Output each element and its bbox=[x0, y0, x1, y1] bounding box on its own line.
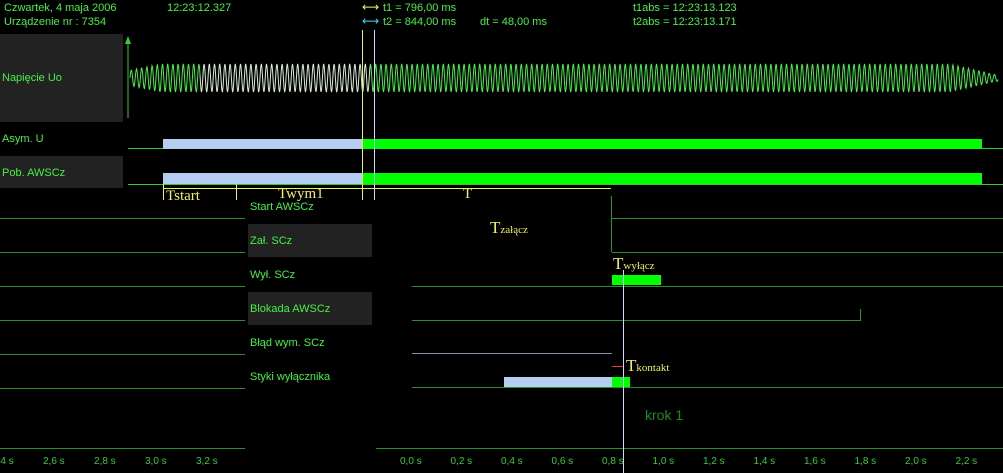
tzalacz-main: T bbox=[490, 218, 501, 237]
cursor-line-1[interactable] bbox=[362, 30, 363, 200]
grid-right-6 bbox=[412, 387, 1003, 388]
bracket-tick-2 bbox=[236, 184, 237, 200]
pob-bar-post bbox=[362, 173, 982, 184]
bracket-tick-1 bbox=[163, 184, 164, 200]
axis-left-tick: 2,6 s bbox=[43, 456, 65, 467]
tzalacz-label: Tzałącz bbox=[490, 218, 528, 238]
axis-right-tick: 2,0 s bbox=[905, 456, 927, 467]
tzalacz-sub: załącz bbox=[500, 224, 528, 236]
axis-left-tick: 3,2 s bbox=[196, 456, 218, 467]
channel-label-styki[interactable]: Styki wyłącznika bbox=[250, 371, 330, 383]
asym-bar-post bbox=[362, 139, 982, 149]
channel-label-blad[interactable]: Błąd wym. SCz bbox=[250, 337, 325, 349]
grid-left-4 bbox=[0, 320, 245, 321]
tkontakt-main: T bbox=[626, 356, 637, 375]
twylacz-main: T bbox=[613, 254, 624, 273]
channel-label-blokada: Blokada AWSCz bbox=[250, 303, 331, 315]
asym-bar-pre bbox=[163, 139, 362, 149]
grid-left-1 bbox=[0, 218, 245, 219]
axis-right-tick: 0,0 s bbox=[400, 456, 422, 467]
grid-right-1 bbox=[612, 218, 1003, 219]
pob-bar-pre bbox=[163, 173, 362, 184]
twylacz-sub: wyłącz bbox=[623, 260, 655, 272]
tkontakt-sub: kontakt bbox=[636, 362, 670, 374]
grid-left-2 bbox=[0, 252, 245, 253]
grid-right-3 bbox=[412, 286, 1003, 287]
axis-right-tick: 2,2 s bbox=[955, 456, 978, 467]
axis-right-tick: 1,0 s bbox=[652, 456, 675, 467]
waveform-trace-pre bbox=[199, 63, 371, 93]
axis-right-tick: 0,8 s bbox=[602, 456, 624, 467]
styki-bar-pre bbox=[504, 377, 612, 387]
krok-label: krok 1 bbox=[645, 407, 684, 423]
channel-label-start[interactable]: Start AWSCz bbox=[250, 201, 314, 213]
grid-right-5 bbox=[412, 353, 612, 354]
tkontakt-label: Tkontakt bbox=[626, 356, 669, 376]
axis-right-tick: 1,2 s bbox=[703, 456, 725, 467]
axis-left-tick: 2,8 s bbox=[94, 456, 116, 467]
axis-left-tick: 2,4 s bbox=[0, 456, 14, 467]
twylacz-label: Twyłącz bbox=[613, 254, 655, 274]
grid-right-7 bbox=[376, 448, 1003, 449]
axis-right-tick: 1,8 s bbox=[854, 456, 877, 467]
axis-right-tick: 1,6 s bbox=[804, 456, 826, 467]
channel-label-zal: Zał. SCz bbox=[250, 235, 293, 247]
grid-left-6 bbox=[0, 388, 245, 389]
grid-right-2 bbox=[612, 252, 1003, 253]
channel-label-wyl[interactable]: Wył. SCz bbox=[250, 269, 295, 281]
tstart-label: Tstart bbox=[166, 188, 200, 204]
grid-left-7 bbox=[0, 448, 245, 449]
wyl-scz-bar bbox=[612, 275, 661, 285]
start-awscz-edge bbox=[611, 196, 612, 252]
pob-baseline bbox=[128, 184, 1003, 185]
cursor-line-3[interactable] bbox=[623, 270, 624, 473]
bracket-line bbox=[163, 188, 611, 189]
waveform-axis-arrow-icon bbox=[125, 36, 131, 44]
axis-right-tick: 0,6 s bbox=[551, 456, 574, 467]
blokada-step bbox=[860, 309, 861, 321]
axis-right-tick: 1,4 s bbox=[753, 456, 776, 467]
grid-left-5 bbox=[0, 354, 245, 355]
axis-left-tick: 3,0 s bbox=[145, 456, 167, 467]
cursor-line-2[interactable] bbox=[374, 30, 375, 200]
styki-bar-post bbox=[612, 377, 630, 387]
t3-label: T bbox=[463, 186, 473, 202]
grid-right-4 bbox=[412, 320, 860, 321]
axis-right-tick: 0,2 s bbox=[450, 456, 473, 467]
grid-left-3 bbox=[0, 286, 245, 287]
axis-right-tick: 0,4 s bbox=[501, 456, 523, 467]
